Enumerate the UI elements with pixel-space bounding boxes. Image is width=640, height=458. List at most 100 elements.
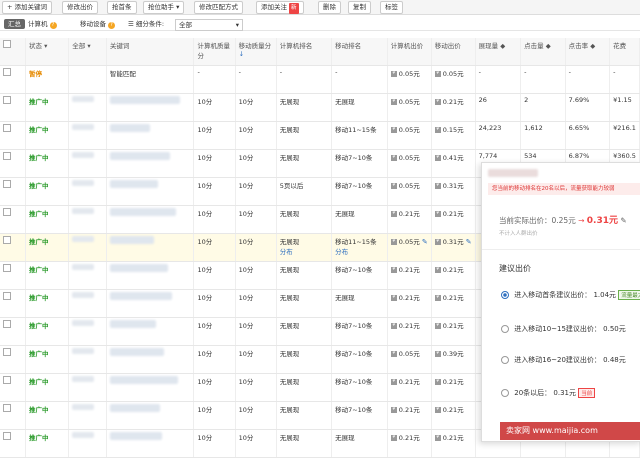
row-checkbox[interactable] (3, 292, 11, 300)
column-keyword[interactable]: 关键词 (106, 38, 195, 66)
label-button[interactable]: 标签 (380, 1, 403, 14)
row-checkbox[interactable] (3, 348, 11, 356)
keyword-cell[interactable] (106, 149, 195, 178)
add-follow-button[interactable]: 添加关注新 (256, 1, 304, 14)
keyword-cell[interactable] (106, 317, 195, 346)
column-mobile-quality[interactable]: 移动质量分 ↓ (235, 38, 277, 66)
keyword-cell[interactable] (106, 93, 195, 122)
mobile-bid-cell[interactable]: ¥0.05元 (431, 65, 476, 94)
mobile-bid-cell[interactable]: ¥0.21元 (431, 93, 476, 122)
keyword-cell[interactable] (106, 401, 195, 430)
mobile-bid-cell[interactable]: ¥0.31元 (431, 177, 476, 206)
delete-button[interactable]: 删除 (318, 1, 341, 14)
pc-bid-cell[interactable]: ¥0.21元 (387, 205, 432, 234)
row-checkbox[interactable] (3, 180, 11, 188)
row-checkbox[interactable] (3, 264, 11, 272)
pc-bid-cell[interactable]: ¥0.21元 (387, 429, 432, 458)
keyword-cell[interactable] (106, 289, 195, 318)
pc-bid-cell[interactable]: ¥0.21元 (387, 261, 432, 290)
option-after-20[interactable]: 20条以后： 0.31元 当前 (501, 388, 596, 398)
keyword-cell[interactable] (106, 121, 195, 150)
tab-summary[interactable]: 汇总 (4, 19, 25, 29)
radio-selected[interactable] (501, 291, 509, 299)
keyword-cell[interactable] (106, 233, 195, 262)
rank-helper-button[interactable]: 抢位助手 ▾ (143, 1, 185, 14)
row-checkbox[interactable] (3, 124, 11, 132)
pc-bid-cell[interactable]: ¥0.21元 (387, 373, 432, 402)
copy-button[interactable]: 复制 (348, 1, 371, 14)
pc-bid-cell[interactable]: ¥0.05元 (387, 345, 432, 374)
mobile-bid-cell[interactable]: ¥0.39元 (431, 345, 476, 374)
mobile-bid-cell[interactable]: ¥0.21元 (431, 289, 476, 318)
row-checkbox[interactable] (3, 152, 11, 160)
pc-bid-cell[interactable]: ¥0.05元 (387, 121, 432, 150)
option-16-20[interactable]: 进入移动16~20建议出价： 0.48元 (501, 355, 626, 365)
row-checkbox[interactable] (3, 320, 11, 328)
column-ctr[interactable]: 点击率 ◆ (565, 38, 611, 66)
radio[interactable] (501, 325, 509, 333)
pc-bid-cell[interactable]: ¥0.05元 ✎ (387, 233, 432, 262)
mobile-bid-cell[interactable]: ¥0.21元 (431, 429, 476, 458)
edit-match-button[interactable]: 修改匹配方式 (194, 1, 243, 14)
pc-bid-cell[interactable]: ¥0.21元 (387, 289, 432, 318)
mobile-bid-cell[interactable]: ¥0.15元 (431, 121, 476, 150)
tab-computer[interactable]: 计算机? (28, 19, 57, 29)
pc-bid-cell[interactable]: ¥0.05元 (387, 93, 432, 122)
column-pc-quality[interactable]: 计算机质量分 (193, 38, 236, 66)
pc-bid-cell[interactable]: ¥0.21元 (387, 317, 432, 346)
column-all[interactable]: 全部 ▾ (68, 38, 107, 66)
column-status[interactable]: 状态 ▾ (25, 38, 70, 66)
pc-rank-cell: 无展现 (276, 373, 333, 402)
column-spend[interactable]: 花费 (609, 38, 640, 66)
tab-mobile[interactable]: 移动设备? (80, 19, 115, 29)
mobile-bid-cell[interactable]: ¥0.21元 (431, 317, 476, 346)
column-pc-rank[interactable]: 计算机排名 (276, 38, 333, 66)
edit-bid-icon[interactable]: ✎ (466, 238, 472, 246)
mobile-bid-cell[interactable]: ¥0.31元 ✎ (431, 233, 476, 262)
row-checkbox[interactable] (3, 404, 11, 412)
pc-bid-cell[interactable]: ¥0.05元 (387, 177, 432, 206)
tag-current: 当前 (578, 388, 596, 398)
mobile-bid-cell[interactable]: ¥0.21元 (431, 373, 476, 402)
column-impressions[interactable]: 展现量 ◆ (475, 38, 522, 66)
table-row[interactable]: 推广中 10分 10分 无展现 无展现 ¥0.05元 ¥0.21元 26 2 7.69% ¥1.15 (0, 93, 640, 122)
add-keyword-button[interactable]: + 添加关键词 (2, 1, 53, 14)
keyword-cell[interactable] (106, 177, 195, 206)
pc-bid-cell[interactable]: ¥0.05元 (387, 149, 432, 178)
row-checkbox[interactable] (3, 68, 11, 76)
column-mobile-rank[interactable]: 移动排名 (331, 38, 388, 66)
column-clicks[interactable]: 点击量 ◆ (520, 38, 566, 66)
keyword-cell[interactable] (106, 345, 195, 374)
row-checkbox[interactable] (3, 432, 11, 440)
mobile-bid-cell[interactable]: ¥0.41元 (431, 149, 476, 178)
table-row[interactable]: 暂停 智能匹配 - - - - ¥0.05元 ¥0.05元 - - - - (0, 65, 640, 94)
mobile-bid-cell[interactable]: ¥0.21元 (431, 401, 476, 430)
keyword-cell[interactable]: 智能匹配 (106, 65, 195, 94)
select-all-checkbox[interactable] (3, 40, 11, 48)
row-checkbox[interactable] (3, 236, 11, 244)
radio[interactable] (501, 389, 509, 397)
edit-bid-button[interactable]: 修改出价 (62, 1, 98, 14)
option-top[interactable]: 进入移动首条建议出价： 1.04元 流量最大 (501, 290, 640, 300)
keyword-cell[interactable] (106, 373, 195, 402)
grab-top-button[interactable]: 抢首条 (107, 1, 137, 14)
edit-bid-icon[interactable]: ✎ (422, 238, 428, 246)
column-mobile-bid[interactable]: 移动出价 (431, 38, 476, 66)
row-checkbox[interactable] (3, 376, 11, 384)
pc-bid-cell[interactable]: ¥0.05元 (387, 65, 432, 94)
mobile-bid-cell[interactable]: ¥0.21元 (431, 261, 476, 290)
mobile-bid-cell[interactable]: ¥0.21元 (431, 205, 476, 234)
table-row[interactable]: 推广中 10分 10分 无展现 移动11~15条 ¥0.05元 ¥0.15元 24,223 1,… (0, 121, 640, 150)
filter-select[interactable]: 全部 ▾ (175, 19, 243, 31)
keyword-cell[interactable] (106, 205, 195, 234)
keyword-cell[interactable] (106, 261, 195, 290)
pc-bid-cell[interactable]: ¥0.21元 (387, 401, 432, 430)
radio[interactable] (501, 356, 509, 364)
keyword-cell[interactable] (106, 429, 195, 458)
row-checkbox[interactable] (3, 208, 11, 216)
option-10-15[interactable]: 进入移动10~15建议出价： 0.50元 (501, 324, 626, 334)
edit-icon[interactable]: ✎ (620, 216, 626, 225)
row-checkbox[interactable] (3, 96, 11, 104)
all-cell (68, 177, 107, 206)
column-pc-bid[interactable]: 计算机出价 (387, 38, 432, 66)
